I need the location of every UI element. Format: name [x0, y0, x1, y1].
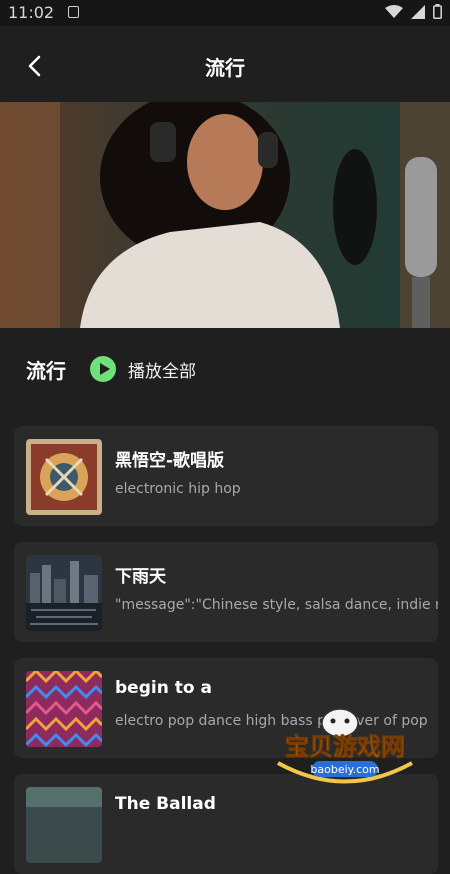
page-title: 流行: [205, 56, 245, 80]
play-icon: [90, 356, 116, 382]
status-time: 11:02: [8, 3, 55, 22]
svg-text:baobeiy.com: baobeiy.com: [310, 763, 379, 776]
signal-icon: [411, 4, 425, 19]
song-card[interactable]: 下雨天 "message":"Chinese style, salsa danc…: [14, 542, 438, 642]
section-header: 流行 播放全部: [0, 328, 450, 408]
song-description: "message":"Chinese style, salsa dance, i…: [115, 597, 438, 613]
song-cover-image: [26, 671, 102, 747]
play-all-button[interactable]: 播放全部: [90, 355, 196, 383]
song-description: electronic hip hop: [115, 481, 241, 497]
song-title: 下雨天: [115, 567, 166, 587]
play-all-label: 播放全部: [128, 361, 196, 382]
svg-text:宝贝游戏网: 宝贝游戏网: [285, 733, 405, 761]
watermark-logo: 宝贝游戏网 baobeiy.com: [270, 705, 420, 785]
song-cover-image: [26, 439, 102, 515]
song-card[interactable]: The Ballad: [14, 774, 438, 874]
hero-image: [0, 102, 450, 328]
section-title: 流行: [26, 359, 66, 383]
song-cover-image: [26, 555, 102, 631]
battery-icon: [433, 4, 442, 19]
song-title: begin to a: [115, 678, 212, 698]
song-title: The Ballad: [115, 794, 216, 814]
status-icons: [385, 4, 442, 19]
notification-icon: [68, 6, 79, 18]
wifi-icon: [385, 4, 403, 18]
status-bar: 11:02: [0, 0, 450, 26]
song-cover-image: [26, 787, 102, 863]
song-card[interactable]: 黑悟空-歌唱版 electronic hip hop: [14, 426, 438, 526]
header: 流行: [0, 26, 450, 102]
song-title: 黑悟空-歌唱版: [115, 451, 225, 471]
